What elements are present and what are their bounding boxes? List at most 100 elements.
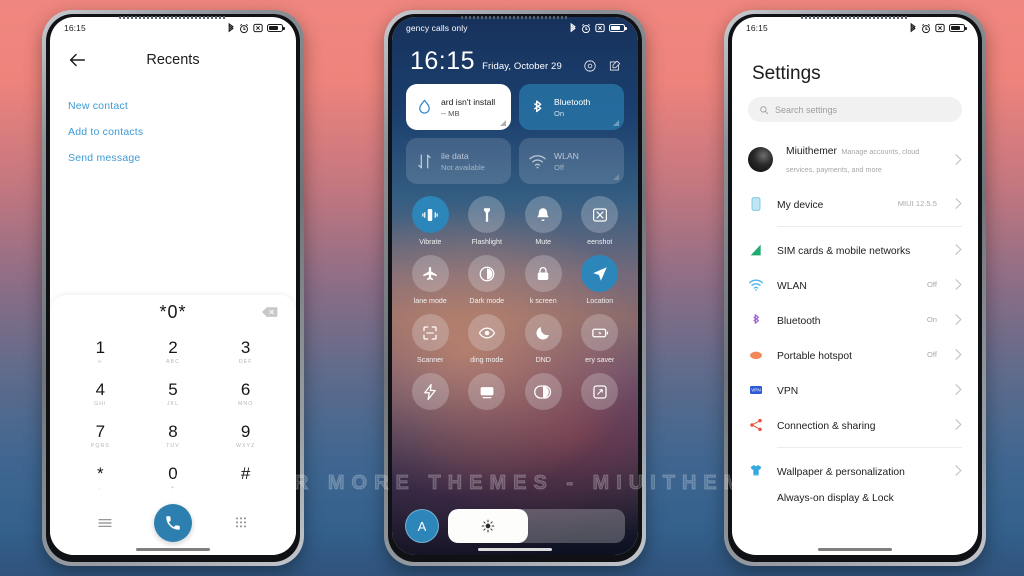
auto-brightness-button[interactable]: A xyxy=(405,509,439,543)
phone-3-bezel: 16:15 Settings Search settings Miuitheme xyxy=(728,14,982,562)
key-7[interactable]: 7 PQRS xyxy=(64,415,137,457)
toggle-label: k screen xyxy=(529,297,557,305)
row-label: Connection & sharing xyxy=(777,420,876,432)
list-divider xyxy=(777,226,962,227)
call-button[interactable] xyxy=(153,504,192,542)
key-2[interactable]: 2 ABC xyxy=(137,331,210,373)
search-input[interactable]: Search settings xyxy=(748,97,962,122)
status-time: 16:15 xyxy=(746,23,768,33)
row-label: Portable hotspot xyxy=(777,350,852,362)
toggle-reading-mode[interactable]: ding mode xyxy=(459,314,516,364)
earpiece-grille xyxy=(461,16,569,19)
bluetooth-icon xyxy=(533,99,542,112)
search-placeholder: Search settings xyxy=(775,104,838,115)
settings-row-wallpaper[interactable]: Wallpaper & personalization xyxy=(732,453,978,488)
toggle-label: Location xyxy=(586,297,614,305)
silent-icon xyxy=(935,23,945,33)
brightness-slider[interactable] xyxy=(448,509,625,543)
home-indicator xyxy=(818,548,892,551)
key-8[interactable]: 8 TUV xyxy=(137,415,210,457)
toggle-mute[interactable]: Mute xyxy=(515,196,572,246)
tile-corner xyxy=(613,120,619,126)
flashlight-icon xyxy=(468,196,506,233)
svg-text:VPN: VPN xyxy=(751,387,761,392)
row-value: MIUI 12.5.5 xyxy=(897,199,937,208)
toggle-scanner[interactable]: Scanner xyxy=(402,314,459,364)
settings-gear-icon[interactable] xyxy=(583,59,597,73)
settings-row-always-on-display[interactable]: Always-on display & Lock xyxy=(732,488,978,510)
tile-mobile-data[interactable]: ile data Not available xyxy=(406,138,511,184)
key-digit: 4 xyxy=(95,380,106,399)
toggle-label: Scanner xyxy=(417,356,444,364)
row-value: On xyxy=(926,315,937,324)
toggle-battery-saver[interactable]: ery saver xyxy=(572,314,629,364)
chevron-right-icon xyxy=(955,384,962,395)
cast-screen-icon xyxy=(468,373,506,410)
key-1[interactable]: 1 ∞ xyxy=(64,331,137,373)
add-to-contacts-link[interactable]: Add to contacts xyxy=(50,119,296,145)
tile-bluetooth[interactable]: Bluetooth On xyxy=(519,84,624,130)
back-arrow-icon[interactable] xyxy=(66,49,88,71)
key-star[interactable]: *, xyxy=(64,457,137,499)
toggle-screenshot[interactable]: eenshot xyxy=(572,196,629,246)
page-title: Settings xyxy=(752,63,821,84)
earpiece-grille xyxy=(119,16,227,19)
keypad-icon[interactable] xyxy=(233,515,249,531)
backspace-icon[interactable] xyxy=(261,307,278,318)
toggle-grid: Vibrate Flashlight Mute eenshot lane mod… xyxy=(392,184,638,415)
dialer-keypad: *0* 1 ∞ 2 ABC 3 DEF 4 GHI 5 JKL 6 MNO 7 PQRS 8T… xyxy=(50,295,296,555)
key-sub: GHI xyxy=(94,401,107,407)
status-bar: gency calls only xyxy=(392,17,638,39)
wifi-icon xyxy=(748,277,764,293)
toggle-lock-screen[interactable]: k screen xyxy=(515,255,572,305)
send-message-link[interactable]: Send message xyxy=(50,145,296,171)
settings-row-vpn[interactable]: VPN VPN xyxy=(732,372,978,407)
settings-row-sim-cards[interactable]: SIM cards & mobile networks xyxy=(732,232,978,267)
phone-call-icon xyxy=(166,516,180,530)
control-center: gency calls only 16:15 Friday, October 2… xyxy=(392,17,638,555)
key-digit: 3 xyxy=(240,338,251,357)
toggle-label: Vibrate xyxy=(419,238,442,246)
key-4[interactable]: 4 GHI xyxy=(64,373,137,415)
settings-row-account[interactable]: Miuithemer Manage accounts, cloud servic… xyxy=(732,132,978,186)
key-3[interactable]: 3 DEF xyxy=(209,331,282,373)
tile-wlan[interactable]: WLAN Off xyxy=(519,138,624,184)
edit-icon[interactable] xyxy=(608,59,622,73)
new-contact-link[interactable]: New contact xyxy=(50,93,296,119)
toggle-airplane-mode[interactable]: lane mode xyxy=(402,255,459,305)
toggle-cast[interactable] xyxy=(459,373,516,415)
keypad-grid: 1 ∞ 2 ABC 3 DEF 4 GHI 5 JKL 6 MNO 7 PQRS 8 TUV 9… xyxy=(50,329,296,499)
settings-row-connection-sharing[interactable]: Connection & sharing xyxy=(732,407,978,442)
menu-icon[interactable] xyxy=(97,515,113,531)
moon-icon xyxy=(524,314,562,351)
toggle-contrast[interactable] xyxy=(515,373,572,415)
phone-1-screen: 16:15 Recents New contact Add to contact… xyxy=(50,17,296,555)
list-divider xyxy=(777,447,962,448)
toggle-quick-action[interactable] xyxy=(402,373,459,415)
key-sub: , xyxy=(99,485,102,491)
key-0[interactable]: 0 + xyxy=(137,457,210,499)
tile-title: ard isn't install xyxy=(441,96,496,107)
toggle-flashlight[interactable]: Flashlight xyxy=(459,196,516,246)
key-digit: 1 xyxy=(95,338,106,357)
tile-sd-card[interactable]: ard isn't install -- MB xyxy=(406,84,511,130)
key-6[interactable]: 6 MNO xyxy=(209,373,282,415)
contact-actions: New contact Add to contacts Send message xyxy=(50,81,296,171)
toggle-dnd[interactable]: DND xyxy=(515,314,572,364)
toggle-expand[interactable] xyxy=(572,373,629,415)
screenshot-icon xyxy=(581,196,619,233)
key-digit: 5 xyxy=(168,380,178,399)
key-hash[interactable]: # xyxy=(209,457,282,499)
key-9[interactable]: 9 WXYZ xyxy=(209,415,282,457)
toggle-dark-mode[interactable]: Dark mode xyxy=(459,255,516,305)
key-5[interactable]: 5 JKL xyxy=(137,373,210,415)
toggle-location[interactable]: Location xyxy=(572,255,629,305)
settings-row-hotspot[interactable]: Portable hotspot Off xyxy=(732,337,978,372)
settings-row-bluetooth[interactable]: Bluetooth On xyxy=(732,302,978,337)
chevron-right-icon xyxy=(955,419,962,430)
bell-icon xyxy=(524,196,562,233)
settings-row-my-device[interactable]: My device MIUI 12.5.5 xyxy=(732,186,978,221)
settings-row-wlan[interactable]: WLAN Off xyxy=(732,267,978,302)
toggle-vibrate[interactable]: Vibrate xyxy=(402,196,459,246)
water-drop-icon xyxy=(419,98,430,114)
